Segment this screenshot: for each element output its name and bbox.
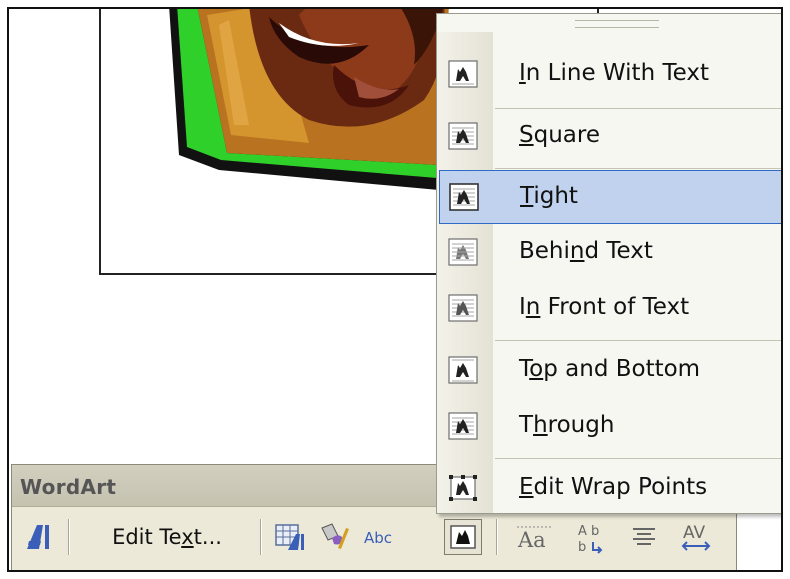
menu-item-in-front-of-text[interactable]: In Front of Text bbox=[439, 282, 781, 336]
insert-wordart-button[interactable] bbox=[18, 517, 58, 557]
menu-item-behind-text[interactable]: Behind Text bbox=[439, 226, 781, 280]
toolbar-separator bbox=[260, 519, 262, 555]
svg-text:Aa: Aa bbox=[517, 528, 546, 551]
menu-item-in-line-with-text[interactable]: In Line With Text bbox=[439, 48, 781, 102]
menu-item-label: Behind Text bbox=[519, 238, 653, 264]
menu-item-label: Edit Wrap Points bbox=[519, 474, 708, 500]
menu-separator bbox=[495, 108, 781, 109]
svg-text:Abc: Abc bbox=[364, 529, 392, 547]
same-letter-heights-button[interactable]: Aa bbox=[512, 517, 558, 557]
square-wrap-icon bbox=[448, 122, 478, 150]
tight-wrap-icon bbox=[449, 183, 479, 211]
character-spacing-icon: AV bbox=[681, 523, 711, 551]
clipart-image[interactable] bbox=[159, 7, 459, 205]
menu-item-label: Top and Bottom bbox=[519, 356, 701, 382]
wordart-toolbar-buttons: Edit Text... Abc Aa A b b AV bbox=[12, 509, 736, 565]
text-wrapping-icon bbox=[450, 525, 476, 549]
format-wordart-button[interactable] bbox=[314, 517, 354, 557]
behind-text-icon bbox=[448, 238, 478, 266]
svg-text:A: A bbox=[578, 524, 587, 539]
wordart-alignment-button[interactable] bbox=[624, 517, 664, 557]
wordart-insert-icon bbox=[27, 525, 49, 549]
menu-item-tight-wrap[interactable]: Tight bbox=[439, 170, 781, 224]
menu-item-label: Through bbox=[519, 412, 615, 438]
menu-separator bbox=[495, 168, 781, 169]
character-spacing-button[interactable]: AV bbox=[674, 517, 718, 557]
svg-text:b: b bbox=[591, 524, 599, 539]
alignment-icon bbox=[633, 528, 655, 545]
menu-separator bbox=[495, 340, 781, 341]
edit-wrap-points-icon bbox=[449, 475, 477, 501]
in-front-of-text-icon bbox=[448, 294, 478, 322]
format-wordart-icon bbox=[321, 523, 349, 549]
menu-item-edit-wrap-points[interactable]: Edit Wrap Points bbox=[439, 462, 781, 516]
through-wrap-icon bbox=[448, 412, 478, 440]
wordart-gallery-icon bbox=[275, 524, 304, 550]
toolbar-separator bbox=[496, 519, 498, 555]
menu-item-label: In Line With Text bbox=[519, 60, 709, 86]
menu-drag-grip[interactable] bbox=[575, 20, 659, 28]
top-and-bottom-icon bbox=[448, 356, 478, 384]
wordart-shape-button[interactable]: Abc bbox=[360, 517, 404, 557]
same-letter-heights-icon: Aa bbox=[517, 526, 553, 551]
menu-item-label: Square bbox=[519, 122, 600, 148]
toolbar-separator bbox=[68, 519, 70, 555]
text-wrapping-menu: In Line With Text Square Tight Behind Text I… bbox=[436, 13, 781, 516]
wordart-shape-icon: Abc bbox=[364, 529, 392, 547]
edit-text-label: Edit Text... bbox=[112, 525, 222, 549]
toolbar-title: WordArt bbox=[20, 475, 117, 499]
in-line-with-text-icon bbox=[448, 60, 478, 88]
menu-item-top-and-bottom[interactable]: Top and Bottom bbox=[439, 344, 781, 398]
edit-text-button[interactable]: Edit Text... bbox=[82, 517, 252, 557]
menu-item-label: In Front of Text bbox=[519, 294, 690, 320]
menu-item-square-wrap[interactable]: Square bbox=[439, 110, 781, 164]
wordart-gallery-button[interactable] bbox=[270, 517, 310, 557]
menu-item-label: Tight bbox=[520, 183, 578, 209]
text-wrapping-button[interactable] bbox=[444, 519, 482, 555]
vertical-text-button[interactable]: A b b bbox=[572, 517, 612, 557]
svg-text:AV: AV bbox=[683, 523, 706, 543]
menu-separator bbox=[495, 458, 781, 459]
vertical-text-icon: A b b bbox=[578, 524, 603, 554]
svg-text:b: b bbox=[578, 540, 586, 554]
screenshot-frame: WordArt Edit Text... Abc Aa A b b AV In … bbox=[7, 7, 783, 572]
menu-item-through-wrap[interactable]: Through bbox=[439, 400, 781, 454]
